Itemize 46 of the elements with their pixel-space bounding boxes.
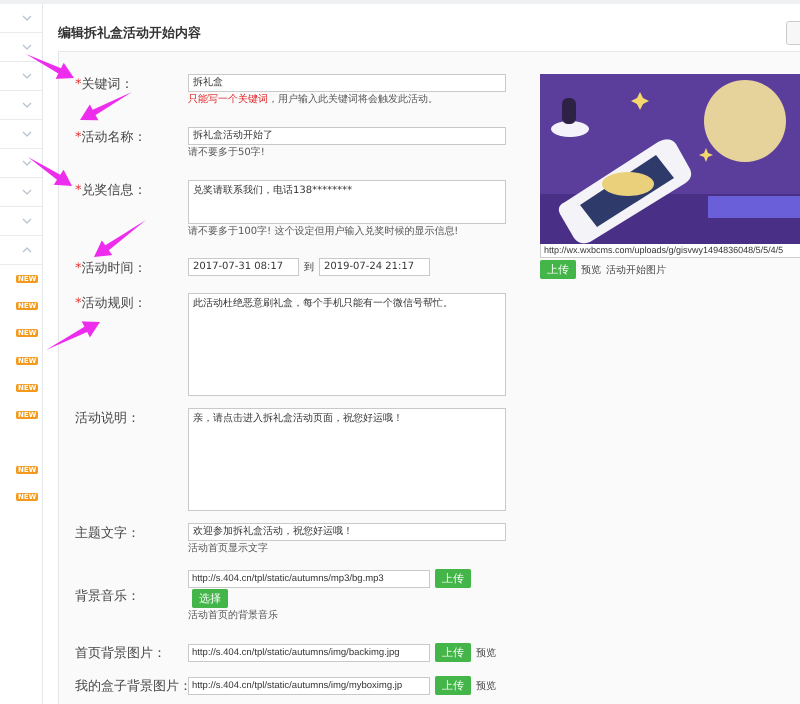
arrow (46, 321, 100, 350)
image-caption: 活动开始图片 (606, 264, 666, 276)
text-area[interactable]: 兑奖请联系我们，电话138******** (188, 180, 506, 224)
image-url-field[interactable]: http://wx.wxbcms.com/uploads/g/gisvwy1494836048/5/5/4/5 (540, 244, 800, 258)
arrow (26, 54, 74, 79)
field-label: 首页背景图片： (75, 645, 166, 662)
text-field[interactable]: 拆礼盒活动开始了 (188, 127, 506, 145)
field-label: 主题文字： (75, 525, 140, 542)
arrow (94, 220, 146, 257)
field-label: *活动名称： (75, 129, 146, 146)
field-hint: 活动首页的背景音乐 (188, 609, 278, 623)
field-hint: 请不要多于100字! 这个设定但用户输入兑奖时候的显示信息! (188, 225, 458, 239)
field-label: *兑奖信息： (75, 182, 146, 199)
chevron-icon (22, 102, 32, 108)
field-label: 背景音乐： (75, 588, 140, 604)
url-field[interactable]: http://s.404.cn/tpl/static/autumns/img/myboximg.jp (188, 676, 430, 694)
field-label: 活动说明： (75, 410, 140, 427)
chevron-icon (22, 160, 32, 166)
field-label: *关键词： (75, 76, 134, 93)
range-separator: 到 (304, 261, 314, 274)
text-area[interactable]: 亲，请点击进入拆礼盒活动页面，祝您好运哦！ (188, 408, 506, 511)
chevron-icon (22, 15, 32, 21)
chevron-icon (22, 44, 32, 50)
chevron-icon (22, 218, 32, 224)
field-hint: 请不要多于50字! (188, 146, 265, 160)
chevron-icon (22, 247, 32, 253)
end-date-field[interactable]: 2019-07-24 21:17 (319, 258, 430, 276)
arrow (28, 157, 72, 186)
start-date-field[interactable]: 2017-07-31 08:17 (188, 258, 299, 276)
field-label: *活动规则： (75, 295, 146, 312)
field-hint: 只能写一个关键词，用户输入此关键词将会触发此活动。 (188, 93, 438, 107)
page-title: 编辑拆礼盒活动开始内容 (58, 24, 201, 42)
chevron-icon (22, 73, 32, 79)
preview-link[interactable]: 预览 (581, 262, 601, 276)
url-field[interactable]: http://s.404.cn/tpl/static/autumns/mp3/bg.mp3 (188, 570, 430, 588)
preview-link[interactable]: 预览 (476, 646, 496, 660)
url-field[interactable]: http://s.404.cn/tpl/static/autumns/img/backimg.jpg (188, 644, 430, 662)
field-label: *活动时间： (75, 260, 146, 277)
arrow (80, 92, 132, 120)
text-area[interactable]: 此活动杜绝恶意刷礼盒，每个手机只能有一个微信号帮忙。 (188, 293, 506, 396)
chevron-icon (22, 131, 32, 137)
field-hint: 活动首页显示文字 (188, 542, 268, 556)
text-field[interactable]: 欢迎参加拆礼盒活动，祝您好运哦！ (188, 523, 506, 541)
chevron-icon (22, 189, 32, 195)
text-field[interactable]: 拆礼盒 (188, 74, 506, 92)
preview-link[interactable]: 预览 (476, 678, 496, 692)
